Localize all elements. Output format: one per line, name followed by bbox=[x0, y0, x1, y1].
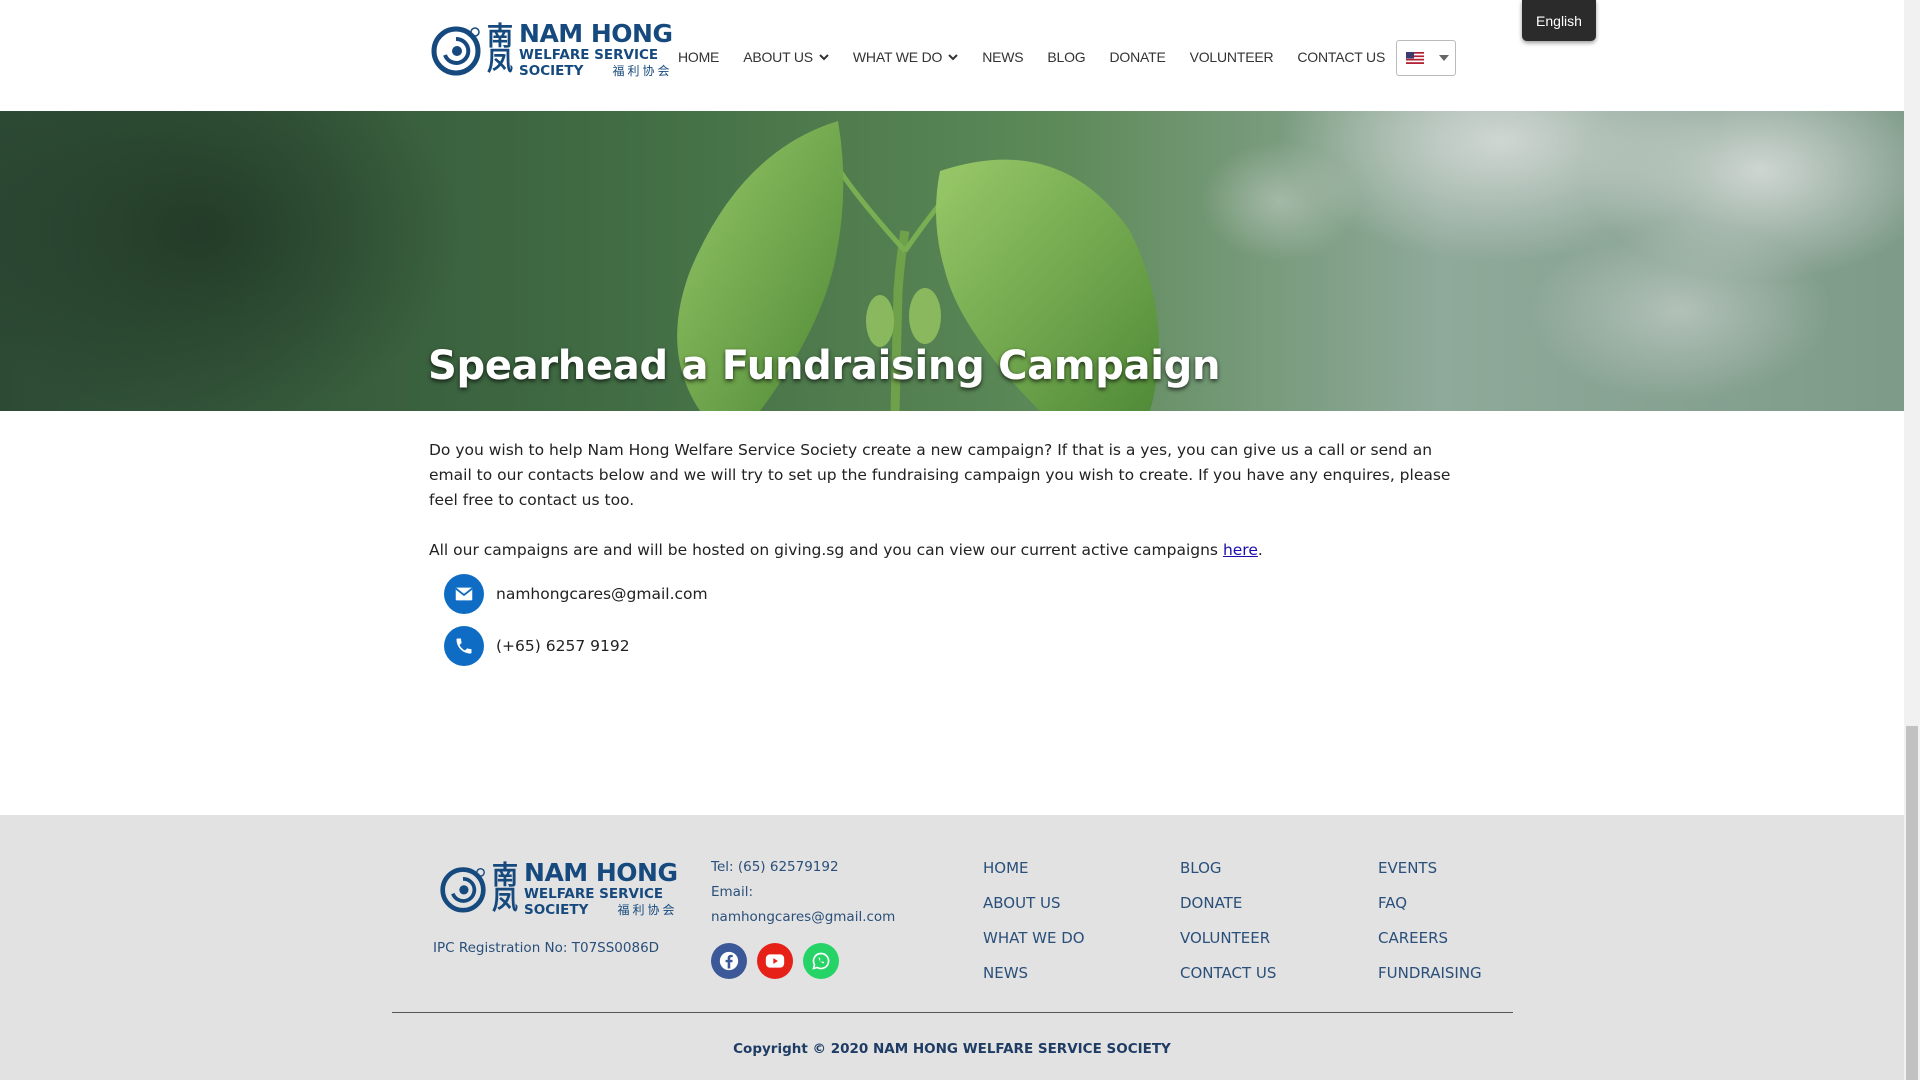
nav-news[interactable]: NEWS bbox=[982, 49, 1023, 65]
footer-logo[interactable]: 南 凤 NAM HONG WELFARE SERVICE SOCIETY 福利协… bbox=[438, 859, 678, 918]
footer-email-label: Email: bbox=[711, 884, 754, 900]
site-footer: 南 凤 NAM HONG WELFARE SERVICE SOCIETY 福利协… bbox=[0, 815, 1904, 1080]
footer-link-events[interactable]: EVENTS bbox=[1378, 851, 1482, 886]
ipc-registration: IPC Registration No: T07SS0086D bbox=[433, 940, 660, 956]
footer-link-news[interactable]: NEWS bbox=[983, 956, 1085, 991]
site-header: 南 凤 NAM HONG WELFARE SERVICE SOCIETY 福利协… bbox=[0, 0, 1904, 111]
us-flag-icon bbox=[1406, 52, 1424, 64]
logo-cn-small: 福利协会 bbox=[612, 64, 673, 78]
footer-link-donate[interactable]: DONATE bbox=[1180, 886, 1276, 921]
phone-contact[interactable]: (+65) 6257 9192 bbox=[444, 626, 630, 666]
hero-banner: Spearhead a Fundraising Campaign bbox=[0, 111, 1920, 411]
footer-email[interactable]: namhongcares@gmail.com bbox=[711, 905, 895, 930]
main-nav: HOME ABOUT US WHAT WE DO NEWS BLOG DONAT… bbox=[678, 47, 1409, 67]
footer-links-col2: BLOG DONATE VOLUNTEER CONTACT US bbox=[1180, 851, 1276, 991]
logo-swirl-icon bbox=[440, 866, 486, 913]
campaigns-here-link[interactable]: here bbox=[1223, 541, 1258, 559]
intro-paragraph: Do you wish to help Nam Hong Welfare Ser… bbox=[429, 441, 1451, 509]
page-scrollbar[interactable] bbox=[1904, 0, 1920, 1080]
logo-line3: SOCIETY bbox=[519, 63, 584, 79]
nav-volunteer[interactable]: VOLUNTEER bbox=[1190, 49, 1274, 65]
footer-links-col3: EVENTS FAQ CAREERS FUNDRAISING bbox=[1378, 851, 1482, 991]
footer-link-blog[interactable]: BLOG bbox=[1180, 851, 1276, 886]
footer-link-careers[interactable]: CAREERS bbox=[1378, 921, 1482, 956]
footer-link-volunteer[interactable]: VOLUNTEER bbox=[1180, 921, 1276, 956]
scrollbar-thumb[interactable] bbox=[1906, 726, 1918, 1080]
chevron-down-icon bbox=[948, 54, 958, 61]
contact-email[interactable]: namhongcares@gmail.com bbox=[496, 585, 708, 603]
nav-about-us[interactable]: ABOUT US bbox=[743, 49, 829, 65]
footer-link-what-we-do[interactable]: WHAT WE DO bbox=[983, 921, 1085, 956]
logo-cn-2: 凤 bbox=[487, 46, 514, 77]
language-tooltip: English bbox=[1522, 0, 1596, 41]
footer-divider bbox=[392, 1012, 1513, 1013]
nav-contact-us[interactable]: CONTACT US bbox=[1297, 49, 1385, 65]
contact-phone[interactable]: (+65) 6257 9192 bbox=[496, 637, 630, 655]
chevron-down-icon bbox=[819, 54, 829, 61]
logo-name: NAM HONG bbox=[519, 19, 673, 48]
logo-cn-1: 南 bbox=[487, 21, 514, 52]
footer-links-col1: HOME ABOUT US WHAT WE DO NEWS bbox=[983, 851, 1085, 991]
caret-down-icon bbox=[1439, 55, 1449, 61]
footer-tel[interactable]: Tel: (65) 62579192 bbox=[711, 855, 895, 880]
footer-link-faq[interactable]: FAQ bbox=[1378, 886, 1482, 921]
email-contact[interactable]: namhongcares@gmail.com bbox=[444, 574, 708, 614]
facebook-icon[interactable] bbox=[711, 943, 747, 979]
social-links bbox=[711, 943, 849, 979]
main-content: Do you wish to help Nam Hong Welfare Ser… bbox=[429, 438, 1469, 588]
campaigns-paragraph: All our campaigns are and will be hosted… bbox=[429, 541, 1263, 559]
nav-home[interactable]: HOME bbox=[678, 49, 719, 65]
email-icon bbox=[444, 574, 484, 614]
footer-link-fundraising[interactable]: FUNDRAISING bbox=[1378, 956, 1482, 991]
logo-swirl-icon bbox=[431, 26, 481, 75]
youtube-icon[interactable] bbox=[757, 943, 793, 979]
footer-link-about-us[interactable]: ABOUT US bbox=[983, 886, 1085, 921]
footer-link-home[interactable]: HOME bbox=[983, 851, 1085, 886]
site-logo[interactable]: 南 凤 NAM HONG WELFARE SERVICE SOCIETY 福利协… bbox=[429, 20, 673, 79]
whatsapp-icon[interactable] bbox=[803, 943, 839, 979]
language-select[interactable] bbox=[1396, 40, 1456, 76]
logo-line2: WELFARE SERVICE bbox=[519, 47, 659, 63]
nav-blog[interactable]: BLOG bbox=[1047, 49, 1085, 65]
footer-contact: Tel: (65) 62579192 Email: namhongcares@g… bbox=[711, 855, 895, 930]
nav-donate[interactable]: DONATE bbox=[1110, 49, 1166, 65]
copyright-text: Copyright © 2020 NAM HONG WELFARE SERVIC… bbox=[733, 1041, 1171, 1057]
nav-what-we-do[interactable]: WHAT WE DO bbox=[853, 49, 958, 65]
footer-link-contact-us[interactable]: CONTACT US bbox=[1180, 956, 1276, 991]
page-title: Spearhead a Fundraising Campaign bbox=[428, 343, 1221, 389]
phone-icon bbox=[444, 626, 484, 666]
